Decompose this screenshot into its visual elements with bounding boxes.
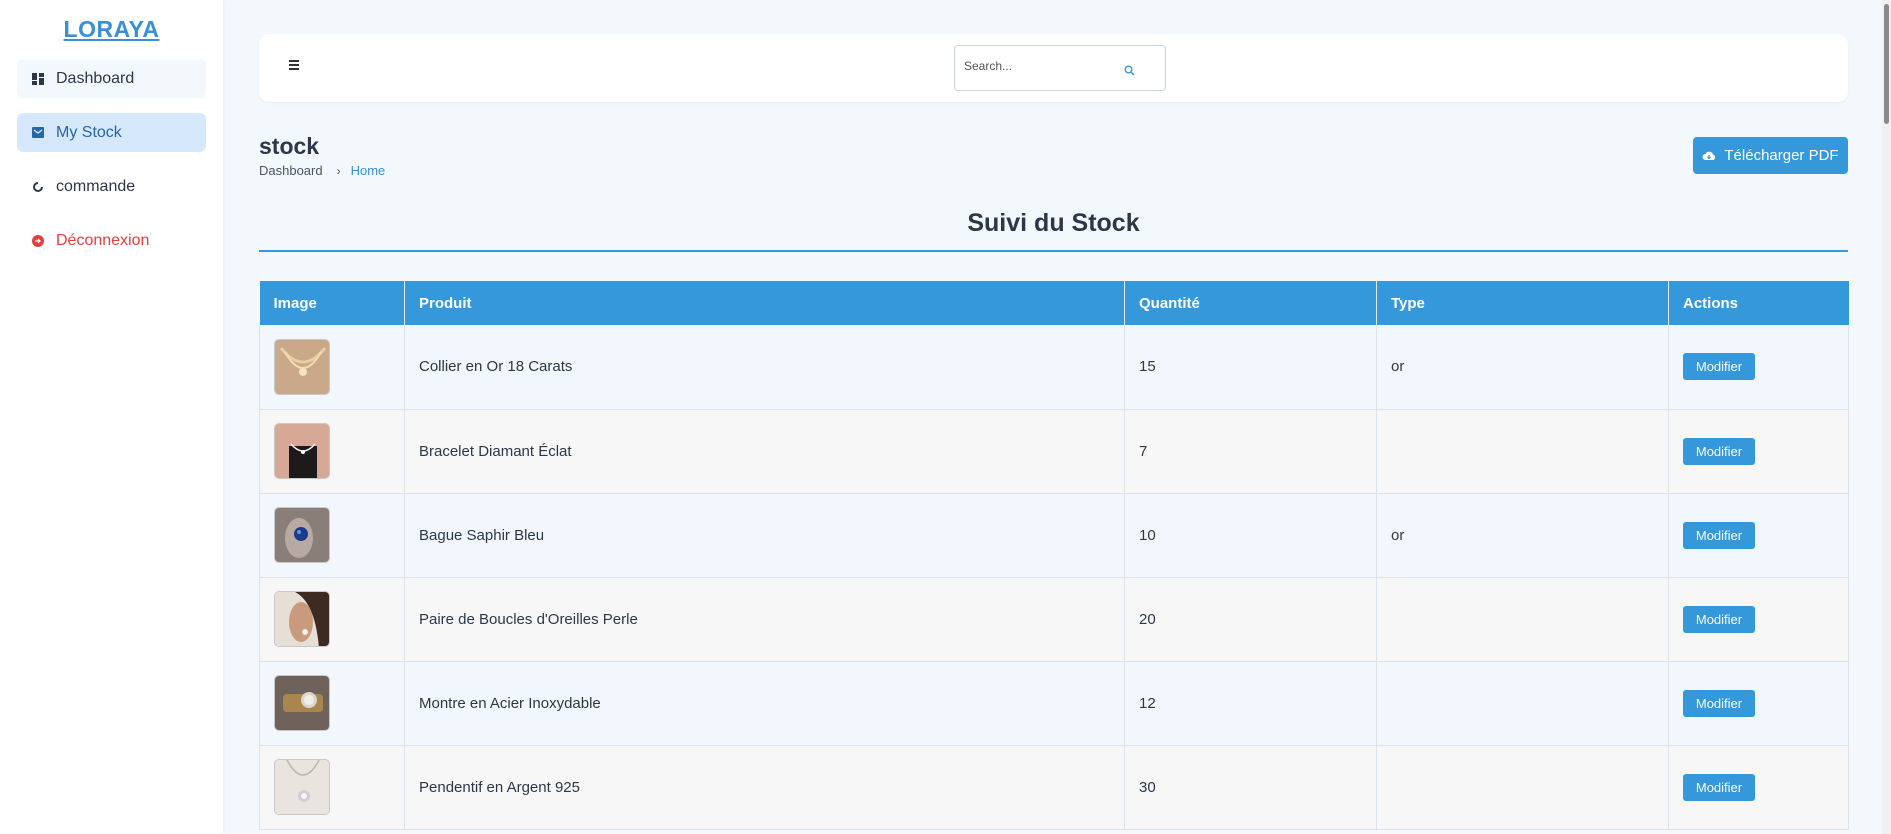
product-quantity: 7 [1124,409,1377,494]
sidebar-nav: Dashboard My Stock commande Déconnexion [0,59,223,260]
chevron-right-icon: › [336,163,341,178]
vertical-scrollbar[interactable] [1882,0,1891,834]
download-pdf-label: Télécharger PDF [1724,147,1839,164]
stock-table-container: Image Produit Quantité Type Actions Coll… [259,281,1849,830]
stock-table: Image Produit Quantité Type Actions Coll… [259,281,1849,830]
table-row: Pendentif en Argent 925 30 Modifier [259,745,1849,830]
download-pdf-button[interactable]: Télécharger PDF [1693,137,1848,174]
dashboard-icon [31,72,45,86]
cloud-download-icon [1702,150,1716,161]
menu-toggle-icon[interactable] [289,60,299,70]
table-row: Bracelet Diamant Éclat 7 Modifier [259,409,1849,494]
product-image-bracelet [274,423,330,479]
modify-button[interactable]: Modifier [1683,437,1755,465]
column-header-quantite: Quantité [1124,281,1377,325]
section-title: Suivi du Stock [967,209,1140,237]
product-name: Bracelet Diamant Éclat [404,409,1125,494]
breadcrumb: Dashboard › Home [259,163,385,178]
modify-button[interactable]: Modifier [1683,773,1755,801]
product-name: Montre en Acier Inoxydable [404,661,1125,746]
modify-button[interactable]: Modifier [1683,521,1755,549]
sidebar-item-deconnexion[interactable]: Déconnexion [17,221,206,260]
modify-button[interactable]: Modifier [1683,689,1755,717]
column-header-type: Type [1376,281,1669,325]
scrollbar-thumb[interactable] [1884,4,1889,124]
sidebar: LORAYA Dashboard My Stock commande Décon… [0,0,223,834]
product-quantity: 15 [1124,325,1377,410]
sidebar-item-dashboard[interactable]: Dashboard [17,59,206,98]
product-type [1376,745,1669,830]
product-name: Collier en Or 18 Carats [404,325,1125,410]
top-bar [259,34,1848,102]
search-box [954,45,1166,91]
product-type [1376,409,1669,494]
sidebar-item-my-stock[interactable]: My Stock [17,113,206,152]
product-quantity: 20 [1124,577,1377,662]
page-title: stock [259,133,320,159]
loader-icon [31,180,45,194]
sidebar-item-label: commande [56,177,136,195]
modify-button[interactable]: Modifier [1683,605,1755,633]
product-quantity: 12 [1124,661,1377,746]
product-name: Pendentif en Argent 925 [404,745,1125,830]
product-type [1376,577,1669,662]
table-header-row: Image Produit Quantité Type Actions [259,281,1849,325]
product-type [1376,661,1669,746]
product-quantity: 30 [1124,745,1377,830]
product-image-earrings [274,591,330,647]
column-header-actions: Actions [1668,281,1849,325]
stock-icon [31,126,45,140]
column-header-produit: Produit [404,281,1125,325]
product-image-watch [274,675,330,731]
sidebar-item-label: Déconnexion [56,231,150,249]
logout-icon [31,234,45,248]
modify-button[interactable]: Modifier [1683,353,1755,381]
product-image-pendant [274,759,330,815]
sidebar-item-label: Dashboard [56,69,135,87]
product-quantity: 10 [1124,493,1377,578]
product-image-necklace [274,338,330,395]
table-row: Paire de Boucles d'Oreilles Perle 20 Mod… [259,577,1849,662]
product-name: Paire de Boucles d'Oreilles Perle [404,577,1125,662]
sidebar-item-commande[interactable]: commande [17,167,206,206]
breadcrumb-dashboard[interactable]: Dashboard [259,163,323,178]
breadcrumb-home[interactable]: Home [351,163,386,178]
brand-logo[interactable]: LORAYA [0,16,223,43]
search-input[interactable] [964,59,1114,73]
search-icon[interactable] [1124,63,1135,81]
table-row: Bague Saphir Bleu 10 or Modifier [259,493,1849,578]
column-header-image: Image [259,281,405,325]
product-type: or [1376,493,1669,578]
product-image-ring [274,507,330,563]
section-divider [259,250,1848,252]
table-row: Montre en Acier Inoxydable 12 Modifier [259,661,1849,746]
table-row: Collier en Or 18 Carats 15 or Modifier [259,325,1849,410]
sidebar-item-label: My Stock [56,123,122,141]
product-type: or [1376,325,1669,410]
product-name: Bague Saphir Bleu [404,493,1125,578]
